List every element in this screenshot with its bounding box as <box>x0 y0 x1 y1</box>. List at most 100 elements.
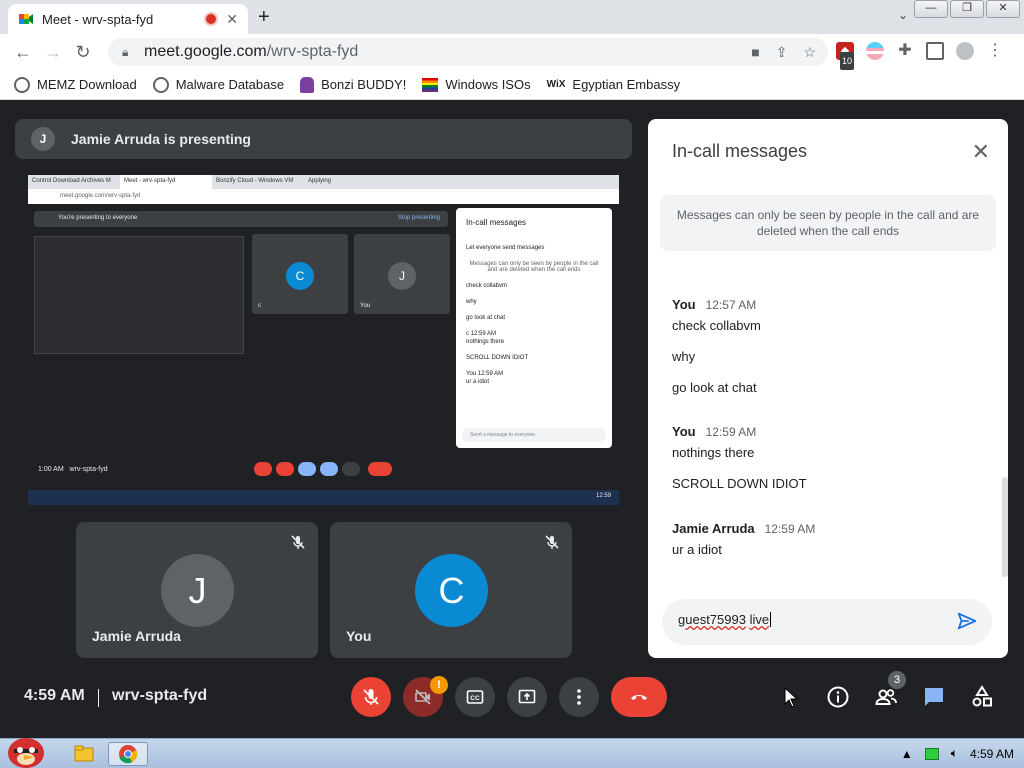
shared-present-icon <box>320 462 338 476</box>
leave-call-button[interactable] <box>611 677 667 717</box>
presenting-banner: J Jamie Arruda is presenting <box>15 119 632 159</box>
shared-camera-icon <box>276 462 294 476</box>
participant-avatar: C <box>415 554 488 627</box>
people-count-badge: 3 <box>888 671 906 689</box>
camera-warning-badge: ! <box>430 676 448 694</box>
message-sender: Jamie Arruda <box>672 521 755 536</box>
shared-tab: Bonzify Cloud - Windows VM <box>216 178 294 184</box>
reload-icon[interactable]: ↻ <box>68 42 98 63</box>
presenter-avatar: J <box>31 127 55 151</box>
message-group: You 12:59 AM nothings there SCROLL DOWN I… <box>672 424 807 507</box>
shared-tab: Control Download Archives M <box>32 178 111 184</box>
network-icon[interactable] <box>924 747 939 760</box>
new-tab-button[interactable]: + <box>258 6 270 29</box>
explorer-taskbar-icon[interactable] <box>64 742 104 766</box>
close-window-button[interactable]: ✕ <box>986 0 1020 18</box>
share-icon[interactable]: ⇪ <box>776 44 788 61</box>
volume-icon[interactable]: 🔈︎ <box>951 746 958 761</box>
shared-chat-line: You 12:59 AM <box>466 371 504 377</box>
ublock-extension-icon[interactable]: ◆ 10 <box>836 42 855 70</box>
mic-off-icon <box>363 689 379 705</box>
shared-tile-avatar: J <box>388 262 416 290</box>
meet-favicon-icon <box>19 14 33 24</box>
shared-mic-icon <box>254 462 272 476</box>
back-arrow-icon[interactable]: ← <box>8 42 38 63</box>
bookmark-egyptian-embassy[interactable]: WiX Egyptian Embassy <box>547 77 680 92</box>
shared-chat-notice: Messages can only be seen by people in t… <box>469 261 599 273</box>
close-chat-icon[interactable]: ✕ <box>972 139 990 165</box>
tab-close-icon[interactable]: ✕ <box>226 11 238 28</box>
more-options-button[interactable] <box>559 677 599 717</box>
bookmark-bonzi[interactable]: Bonzi BUDDY! <box>300 76 406 93</box>
meeting-details-icon[interactable] <box>826 685 850 709</box>
puzzle-extensions-icon[interactable]: ✚ <box>896 42 914 60</box>
shared-screen[interactable]: Control Download Archives M Meet - wrv-s… <box>28 175 619 505</box>
participant-tile-jamie[interactable]: J Jamie Arruda <box>76 522 318 658</box>
globe-icon <box>14 76 30 93</box>
browser-tab-meet[interactable]: Meet - wrv-spta-fyd ✕ <box>8 4 248 34</box>
browser-toolbar: ← → ↻ 🔒︎ meet.google.com/wrv-spta-fyd ■ … <box>0 34 1024 70</box>
mic-toggle-button[interactable] <box>351 677 391 717</box>
chat-icon[interactable] <box>922 685 946 709</box>
shared-chat-panel: In-call messages Let everyone send messa… <box>456 208 612 448</box>
shared-tile: C c <box>252 234 348 314</box>
activities-icon[interactable] <box>970 685 994 709</box>
message-group: You 12:57 AM check collabvm why go look a… <box>672 297 761 411</box>
chat-title: In-call messages <box>672 141 808 161</box>
restore-button[interactable]: ❐ <box>950 0 984 18</box>
chat-scrollbar[interactable] <box>1002 477 1008 577</box>
flag-extension-icon[interactable] <box>866 42 884 60</box>
message-text: go look at chat <box>672 380 757 395</box>
bookmark-memz[interactable]: MEMZ Download <box>14 76 137 93</box>
forward-arrow-icon[interactable]: → <box>38 42 68 63</box>
star-icon[interactable]: ☆ <box>803 44 816 61</box>
chrome-taskbar-icon[interactable] <box>108 742 148 766</box>
lock-icon: 🔒︎ <box>122 44 129 59</box>
shared-chat-line: nothings there <box>466 339 505 345</box>
shared-chat-input: Send a message to everyone <box>462 428 606 442</box>
windows-taskbar: ▲ 🔈︎ 4:59 AM <box>0 738 1024 768</box>
shared-chat-title: In-call messages <box>466 218 527 227</box>
shared-chat-line: ur a idiot <box>466 379 490 385</box>
text-caret <box>770 612 772 627</box>
extensions-area: ◆ 10 ✚ ⋮ <box>836 42 1004 70</box>
url-path: /wrv-spta-fyd <box>266 43 359 60</box>
angry-bird-start-icon[interactable] <box>0 731 52 768</box>
shared-captions-icon <box>298 462 316 476</box>
address-bar[interactable]: 🔒︎ meet.google.com/wrv-spta-fyd ■ ⇪ ☆ <box>108 38 828 66</box>
shared-stop-presenting: Stop presenting <box>397 215 440 221</box>
captions-button[interactable]: CC <box>455 677 495 717</box>
bookmark-windows-isos[interactable]: Windows ISOs <box>422 77 531 92</box>
shared-taskbar: 12:59 <box>28 490 619 505</box>
browser-tab-title: Meet - wrv-spta-fyd <box>42 11 154 27</box>
more-vert-icon <box>577 689 581 705</box>
taskbar-clock[interactable]: 4:59 AM <box>970 747 1014 761</box>
bonzi-icon <box>300 76 315 93</box>
participant-avatar: J <box>161 554 234 627</box>
shared-tile-name: c <box>258 303 261 309</box>
tab-search-chevron-icon[interactable]: ⌄ <box>898 8 908 22</box>
bookmark-malware-database[interactable]: Malware Database <box>152 76 284 93</box>
participant-tile-you[interactable]: C You <box>330 522 572 658</box>
profile-avatar-icon[interactable] <box>956 42 974 60</box>
message-time: 12:59 AM <box>705 425 757 439</box>
shared-meeting-id: wrv-spta-fyd <box>69 466 108 473</box>
bookmark-label: MEMZ Download <box>37 77 137 92</box>
shared-clock: 1:00 AM <box>38 466 64 473</box>
shared-tile: J You <box>354 234 450 314</box>
shared-presenting-bar: You're presenting to everyone Stop prese… <box>34 211 448 227</box>
message-group: Jamie Arruda 12:59 AM ur a idiot <box>672 521 815 573</box>
shared-presenting-text: You're presenting to everyone <box>58 215 138 221</box>
chat-message-input[interactable]: guest75993 live <box>662 599 992 645</box>
minimize-button[interactable]: — <box>914 0 948 18</box>
shared-more-icon <box>342 462 360 476</box>
menu-kebab-icon[interactable]: ⋮ <box>986 42 1004 60</box>
camera-icon[interactable]: ■ <box>751 44 759 61</box>
side-panel-icon[interactable] <box>926 42 944 60</box>
send-icon[interactable] <box>956 610 978 632</box>
message-text: why <box>672 349 696 364</box>
shared-hangup-icon <box>368 462 392 476</box>
tab-strip: Meet - wrv-spta-fyd ✕ + ⌄ — ❐ ✕ <box>0 0 1024 34</box>
tray-expand-icon[interactable]: ▲ <box>901 747 913 761</box>
present-now-button[interactable] <box>507 677 547 717</box>
